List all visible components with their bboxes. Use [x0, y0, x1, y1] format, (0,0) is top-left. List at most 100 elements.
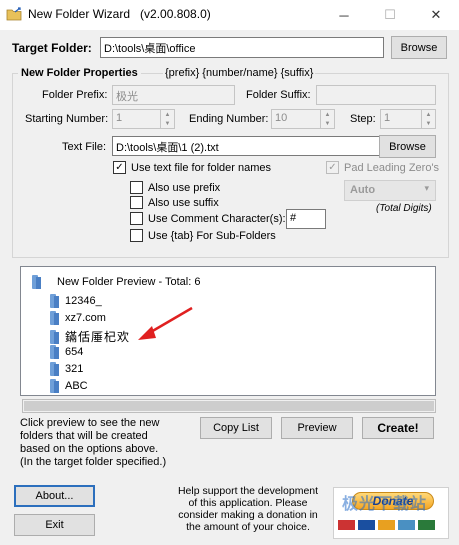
pad-digits-select[interactable]: Auto ▾ — [344, 180, 436, 201]
use-comment-label: Use Comment Character(s): — [148, 212, 286, 225]
tree-item-label: 12346_ — [65, 295, 102, 307]
use-comment-checkbox[interactable]: Use Comment Character(s): — [130, 212, 286, 225]
maximize-icon: ☐ — [384, 7, 396, 22]
about-button[interactable]: About... — [14, 485, 95, 507]
tree-item[interactable]: 12346_ — [50, 294, 102, 308]
ending-number-stepper[interactable]: 10 ▲ ▼ — [271, 109, 335, 129]
info-line: based on the options above. — [20, 443, 159, 455]
folder-icon — [32, 275, 41, 289]
scrollbar-thumb[interactable] — [24, 401, 434, 411]
tree-item-label: 鏋佸厜杞欢 — [65, 330, 131, 344]
target-folder-input[interactable]: D:\tools\桌面\office — [100, 37, 384, 58]
red-arrow-icon — [138, 306, 193, 340]
app-folder-icon — [6, 6, 22, 22]
spin-arrows-icon[interactable]: ▲ ▼ — [421, 110, 435, 128]
target-folder-label: Target Folder: — [12, 41, 92, 55]
properties-heading: New Folder Properties — [18, 67, 141, 79]
target-browse-button[interactable]: Browse — [391, 36, 447, 59]
total-digits-label: (Total Digits) — [376, 203, 432, 214]
tree-root[interactable]: New Folder Preview - Total: 6 — [32, 275, 200, 289]
donate-button[interactable]: Donate 极光下载站 — [333, 487, 449, 539]
also-prefix-checkbox[interactable]: Also use prefix — [130, 181, 220, 194]
create-button[interactable]: Create! — [362, 417, 434, 439]
folder-icon — [50, 362, 59, 376]
prefix-input[interactable]: 极光 — [112, 85, 235, 105]
exit-button[interactable]: Exit — [14, 514, 95, 536]
folder-icon — [50, 345, 59, 359]
checkbox-box — [130, 181, 143, 194]
ending-number-value: 10 — [275, 112, 288, 124]
tree-item[interactable]: ABC — [50, 379, 88, 393]
preview-button[interactable]: Preview — [281, 417, 353, 439]
use-text-file-checkbox[interactable]: ✓ Use text file for folder names — [113, 161, 271, 174]
pad-leading-label: Pad Leading Zero's — [344, 161, 440, 174]
payment-cards — [338, 520, 435, 530]
minimize-button[interactable]: ─ — [321, 0, 367, 30]
maximize-button: ☐ — [367, 0, 413, 30]
copy-list-button[interactable]: Copy List — [200, 417, 272, 439]
pad-leading-checkbox[interactable]: ✓ Pad Leading Zero's — [326, 161, 439, 174]
watermark-text: 极光下载站 — [342, 496, 428, 513]
folder-icon — [50, 379, 59, 393]
tree-item-label: ABC — [65, 380, 88, 392]
tree-item-label: xz7.com — [65, 312, 106, 324]
info-line: Click preview to see the new — [20, 417, 160, 429]
minimize-icon: ─ — [339, 7, 349, 23]
card-icon — [338, 520, 355, 530]
step-label: Step: — [350, 113, 376, 125]
checkmark-icon: ✓ — [326, 161, 339, 174]
checkbox-box — [130, 196, 143, 209]
tree-root-label: New Folder Preview - Total: 6 — [57, 276, 201, 288]
tree-item[interactable]: 鏋佸厜杞欢 — [50, 328, 130, 345]
suffix-input[interactable] — [316, 85, 436, 105]
also-prefix-label: Also use prefix — [148, 181, 221, 194]
step-value: 1 — [384, 112, 391, 124]
starting-number-stepper[interactable]: 1 ▲ ▼ — [112, 109, 175, 129]
bank-icon — [418, 520, 435, 530]
info-line: folders that will be created — [20, 430, 148, 442]
also-suffix-checkbox[interactable]: Also use suffix — [130, 196, 219, 209]
pad-digits-value: Auto — [350, 184, 376, 196]
tree-item[interactable]: 654 — [50, 345, 83, 359]
tree-item-label: 654 — [65, 346, 84, 358]
starting-number-value: 1 — [116, 112, 123, 124]
visa-icon — [358, 520, 375, 530]
text-file-input[interactable]: D:\tools\桌面\1 (2).txt — [112, 136, 384, 156]
comment-char-input[interactable]: # — [286, 209, 326, 229]
ending-number-label: Ending Number: — [189, 113, 269, 125]
support-text: Help support the development of this app… — [168, 485, 328, 533]
tree-item[interactable]: 321 — [50, 362, 83, 376]
use-tab-label: Use {tab} For Sub-Folders — [148, 229, 276, 242]
spin-arrows-icon[interactable]: ▲ ▼ — [160, 110, 174, 128]
close-icon: ✕ — [430, 7, 442, 22]
info-line: (In the target folder specified.) — [20, 456, 167, 468]
checkbox-box — [130, 212, 143, 225]
starting-number-label: Starting Number: — [25, 113, 109, 125]
suffix-label: Folder Suffix: — [246, 89, 311, 101]
info-text: Click preview to see the new folders tha… — [20, 417, 166, 469]
folder-icon — [50, 329, 59, 344]
close-button[interactable]: ✕ — [413, 0, 459, 30]
step-stepper[interactable]: 1 ▲ ▼ — [380, 109, 436, 129]
support-line: consider making a donation in — [178, 509, 318, 521]
amex-icon — [398, 520, 415, 530]
format-hint: {prefix} {number/name} {suffix} — [163, 67, 316, 79]
support-line: Help support the development — [177, 485, 319, 497]
also-suffix-label: Also use suffix — [148, 196, 219, 209]
support-line: of this application. Please — [188, 497, 308, 509]
text-file-label: Text File: — [62, 141, 107, 153]
use-text-file-label: Use text file for folder names — [131, 161, 272, 174]
folder-icon — [50, 311, 59, 325]
preview-scrollbar[interactable] — [22, 399, 436, 413]
chevron-down-icon: ▾ — [424, 183, 429, 193]
window-title: New Folder Wizard (v2.00.808.0) — [28, 7, 211, 21]
checkmark-icon: ✓ — [113, 161, 126, 174]
spin-arrows-icon[interactable]: ▲ ▼ — [320, 110, 334, 128]
checkbox-box — [130, 229, 143, 242]
tree-item[interactable]: xz7.com — [50, 311, 106, 325]
use-tab-checkbox[interactable]: Use {tab} For Sub-Folders — [130, 229, 276, 242]
text-file-browse-button[interactable]: Browse — [379, 135, 436, 158]
prefix-label: Folder Prefix: — [42, 89, 108, 101]
support-line: the amount of your choice. — [186, 521, 310, 533]
tree-item-label: 321 — [65, 363, 84, 375]
